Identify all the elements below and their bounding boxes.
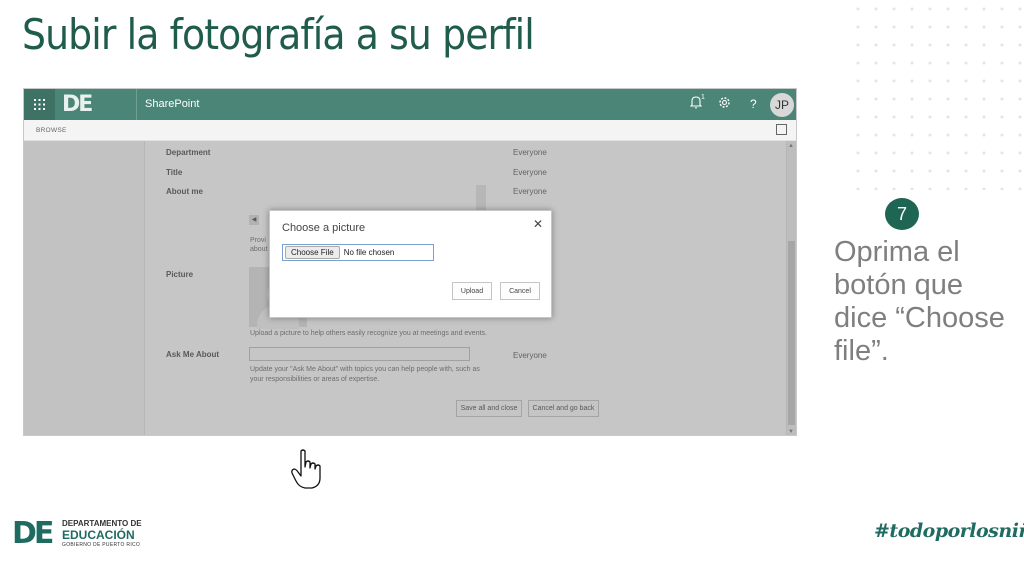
footer-logo-line-2: EDUCACIÓN xyxy=(62,528,135,542)
logo-text: DE xyxy=(62,92,93,117)
choose-picture-dialog: Choose a picture ✕ Choose File No file c… xyxy=(269,210,552,318)
close-icon[interactable]: ✕ xyxy=(533,217,543,231)
step-instruction: Oprima el botón que dice “Choose file”. xyxy=(834,236,1005,367)
sharepoint-brand-label[interactable]: SharePoint xyxy=(145,98,199,110)
sharepoint-screenshot: DE SharePoint 1 ? JP BROWSE Department E… xyxy=(23,88,797,436)
focus-mode-icon[interactable] xyxy=(776,124,787,135)
hand-pointer-icon xyxy=(291,449,321,489)
gear-icon[interactable] xyxy=(718,96,731,112)
department-of-education-logo: DE DEPARTAMENTO DE EDUCACIÓN GOBIERNO DE… xyxy=(12,518,152,552)
dialog-title: Choose a picture xyxy=(282,222,366,234)
cancel-button[interactable]: Cancel xyxy=(500,282,540,300)
topbar-divider xyxy=(136,89,137,120)
decorative-dot-pattern xyxy=(849,0,1024,190)
sharepoint-top-bar: DE SharePoint 1 ? JP xyxy=(24,89,796,120)
avatar[interactable]: JP xyxy=(770,93,794,117)
footer-logo-mark: DE xyxy=(12,516,54,551)
app-launcher-icon[interactable] xyxy=(24,89,55,120)
file-picker[interactable]: Choose File No file chosen xyxy=(282,244,434,261)
slide-title: Subir la fotografía a su perfil xyxy=(22,10,535,59)
footer-logo-line-1: DEPARTAMENTO DE xyxy=(62,519,142,528)
notification-count: 1 xyxy=(701,94,705,101)
ribbon: BROWSE xyxy=(24,120,796,141)
footer-logo-line-3: GOBIERNO DE PUERTO RICO xyxy=(62,542,141,548)
step-number-badge: 7 xyxy=(885,198,919,230)
help-icon[interactable]: ? xyxy=(750,97,757,111)
campaign-hashtag: #todoporlosniños xyxy=(874,520,1024,542)
tab-browse[interactable]: BROWSE xyxy=(36,127,67,134)
organization-logo[interactable]: DE xyxy=(62,92,126,117)
upload-button[interactable]: Upload xyxy=(452,282,492,300)
file-status-text: No file chosen xyxy=(343,248,395,257)
choose-file-button[interactable]: Choose File xyxy=(285,246,340,259)
